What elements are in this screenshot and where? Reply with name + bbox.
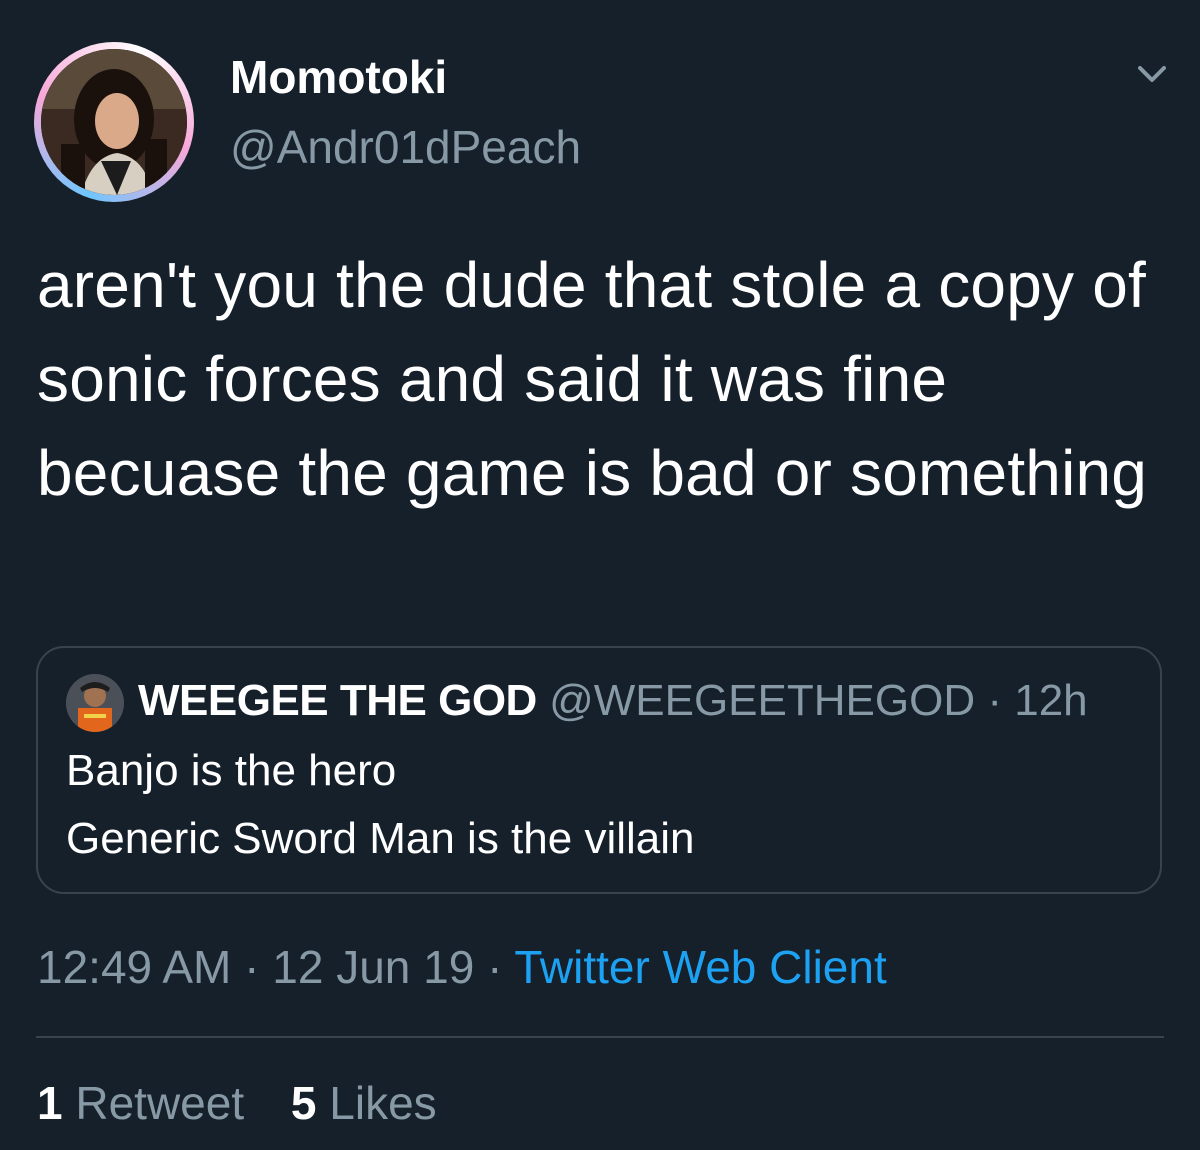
quoted-handle: @WEEGEETHEGOD xyxy=(549,676,976,725)
retweets-label: Retweet xyxy=(75,1077,245,1129)
author-avatar[interactable] xyxy=(34,42,194,202)
likes-label: Likes xyxy=(329,1077,437,1129)
quoted-tweet[interactable]: WEEGEE THE GOD @WEEGEETHEGOD · 12h Banjo… xyxy=(36,646,1162,894)
quoted-header: WEEGEE THE GOD @WEEGEETHEGOD · 12h xyxy=(138,674,1088,728)
tweet-date[interactable]: 12 Jun 19 xyxy=(272,941,474,993)
tweet-time[interactable]: 12:49 AM xyxy=(37,941,231,993)
tweet-meta: 12:49 AM · 12 Jun 19 · Twitter Web Clien… xyxy=(37,940,887,994)
likes-stat[interactable]: 5 Likes xyxy=(291,1076,437,1130)
quoted-text-line-1: Banjo is the hero xyxy=(66,746,397,795)
quoted-profile-photo-icon xyxy=(66,674,124,732)
chevron-down-icon[interactable] xyxy=(1132,60,1172,90)
likes-count: 5 xyxy=(290,1077,317,1129)
quoted-display-name: WEEGEE THE GOD xyxy=(138,676,537,725)
avatar-image xyxy=(41,49,187,195)
author-display-name[interactable]: Momotoki xyxy=(230,50,447,104)
author-handle[interactable]: @Andr01dPeach xyxy=(230,120,581,174)
quoted-text-line-2: Generic Sword Man is the villain xyxy=(66,814,695,863)
retweets-stat[interactable]: 1 Retweet xyxy=(37,1076,244,1130)
tweet-source-link[interactable]: Twitter Web Client xyxy=(514,941,886,993)
quoted-author-avatar xyxy=(66,674,124,732)
retweets-count: 1 xyxy=(37,1077,63,1129)
quoted-time: 12h xyxy=(1014,676,1088,725)
meta-separator: · xyxy=(244,941,260,993)
tweet-text: aren't you the dude that stole a copy of… xyxy=(37,249,1148,509)
quoted-separator: · xyxy=(987,676,1002,725)
tweet-detail: Momotoki @Andr01dPeach aren't you the du… xyxy=(0,0,1200,1150)
tweet-stats: 1 Retweet 5 Likes xyxy=(37,1076,471,1130)
meta-separator: · xyxy=(487,941,503,993)
divider xyxy=(36,1036,1164,1038)
profile-photo-icon xyxy=(41,49,187,195)
